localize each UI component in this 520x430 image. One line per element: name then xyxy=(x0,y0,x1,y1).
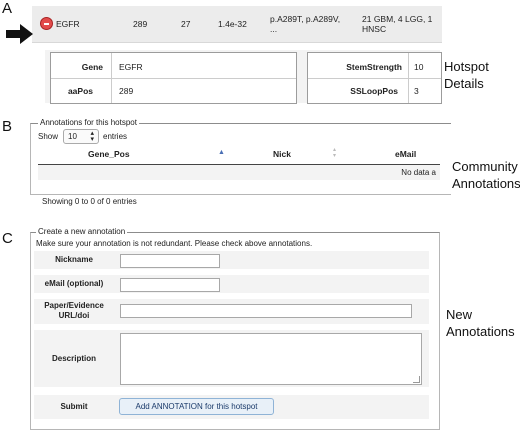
row-mutations: p.A289T, p.A289V, ... xyxy=(270,6,340,42)
nickname-input[interactable] xyxy=(120,254,220,268)
select-arrows-icon: ▴ ▾ xyxy=(90,130,94,143)
row-tumor-types: 21 GBM, 4 LGG, 1 HNSC xyxy=(362,6,432,42)
email-row: eMail (optional) xyxy=(34,275,429,293)
empty-table-text: No data a xyxy=(401,168,436,177)
submit-label: Submit xyxy=(60,402,88,411)
nickname-row: Nickname xyxy=(34,251,429,269)
description-label: Description xyxy=(51,354,96,363)
pointer-arrow-icon xyxy=(6,24,33,44)
col-gene-pos[interactable]: Gene_Pos xyxy=(88,149,130,159)
details-row: Gene EGFR xyxy=(51,55,296,79)
new-annotations-label: New Annotations xyxy=(446,307,515,339)
col-nick[interactable]: Nick xyxy=(273,149,291,159)
details-row: SSLoopPos 3 xyxy=(308,79,441,102)
description-textarea[interactable] xyxy=(120,333,422,385)
panel-c-letter: C xyxy=(2,230,13,247)
row-pvalue: 1.4e-32 xyxy=(218,19,247,29)
detail-key: SSLoopPos xyxy=(350,85,398,96)
entries-select-value: 10 xyxy=(68,132,77,141)
sort-asc-icon[interactable]: ▲ xyxy=(218,149,225,156)
hotspot-table-row[interactable]: EGFR 289 27 1.4e-32 p.A289T, p.A289V, ..… xyxy=(32,6,442,43)
row-mutations-line1: p.A289T, p.A289V, xyxy=(270,14,341,24)
add-annotation-button[interactable]: Add ANNOTATION for this hotspot xyxy=(119,398,274,415)
detail-key: aaPos xyxy=(67,85,93,96)
detail-value: 3 xyxy=(414,85,419,96)
row-tumor-types-line1: 21 GBM, 4 LGG, 1 xyxy=(362,14,433,24)
col-email[interactable]: eMail xyxy=(395,149,416,159)
detail-key: StemStrength xyxy=(346,61,402,72)
row-mutations-line2: ... xyxy=(270,24,278,34)
detail-value: EGFR xyxy=(119,61,143,72)
empty-table-row: No data a xyxy=(38,165,440,180)
entries-label: entries xyxy=(103,132,128,141)
detail-value: 10 xyxy=(414,61,424,72)
table-info-footer: Showing 0 to 0 of 0 entries xyxy=(42,197,137,206)
hotspot-details-area: Gene EGFR aaPos 289 StemStrength 10 SSLo… xyxy=(45,50,442,104)
entries-select[interactable]: 10 ▴ ▾ xyxy=(63,129,99,144)
panel-b-letter: B xyxy=(2,118,13,135)
show-label: Show xyxy=(38,132,59,141)
row-count: 27 xyxy=(181,19,191,29)
sort-both-icon[interactable]: ▴ ▾ xyxy=(333,147,336,159)
detail-value: 289 xyxy=(119,85,134,96)
annotations-table-header: Gene_Pos ▲ Nick ▴ ▾ eMail xyxy=(38,146,440,165)
details-row: StemStrength 10 xyxy=(308,55,441,79)
new-annotation-legend: Create a new annotation xyxy=(36,227,128,236)
email-input[interactable] xyxy=(120,278,220,292)
panel-a-letter: A xyxy=(2,0,13,17)
row-tumor-types-line2: HNSC xyxy=(362,24,387,34)
community-annotations-label: Community Annotations xyxy=(452,159,520,191)
row-gene: EGFR xyxy=(56,19,80,29)
paper-url-input[interactable] xyxy=(120,304,412,318)
annotations-legend: Annotations for this hotspot xyxy=(38,118,139,127)
collapse-row-icon[interactable] xyxy=(40,17,53,30)
details-table-right: StemStrength 10 SSLoopPos 3 xyxy=(307,52,442,104)
details-row: aaPos 289 xyxy=(51,79,296,102)
resize-handle-icon[interactable] xyxy=(413,376,420,383)
detail-key: Gene xyxy=(81,61,103,72)
details-table-left: Gene EGFR aaPos 289 xyxy=(50,52,297,104)
nickname-label: Nickname xyxy=(55,255,93,264)
paper-label: Paper/Evidence URL/doi xyxy=(44,301,104,320)
redundancy-notice: Make sure your annotation is not redunda… xyxy=(36,239,313,248)
row-position: 289 xyxy=(133,19,148,29)
email-label: eMail (optional) xyxy=(44,279,104,288)
hotspot-details-label: Hotspot Details xyxy=(444,59,489,91)
